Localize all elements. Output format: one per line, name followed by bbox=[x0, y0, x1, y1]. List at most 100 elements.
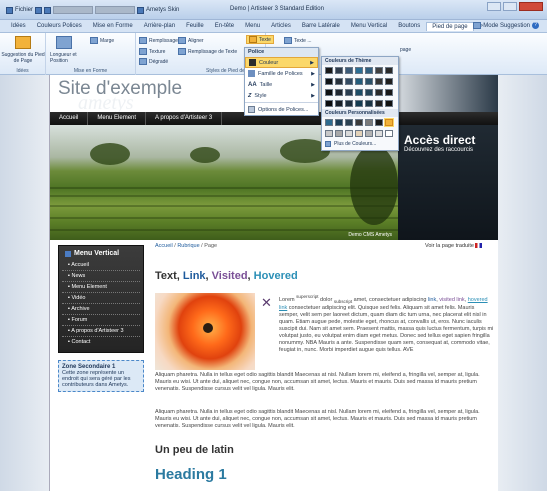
color-swatch[interactable] bbox=[345, 119, 353, 126]
close-button[interactable] bbox=[519, 2, 543, 11]
vmenu-apropos[interactable]: ▪ A propos d'Artisteer 3 bbox=[62, 326, 140, 337]
color-swatch[interactable] bbox=[325, 100, 333, 107]
color-swatch[interactable] bbox=[355, 78, 363, 85]
color-swatch[interactable] bbox=[345, 130, 353, 137]
translated-page-link[interactable]: Voir la page traduite bbox=[425, 243, 483, 249]
color-swatch[interactable] bbox=[335, 78, 343, 85]
color-swatch[interactable] bbox=[365, 100, 373, 107]
crumb-home[interactable]: Accueil bbox=[155, 243, 173, 249]
vmenu-contact[interactable]: ▪ Contact bbox=[62, 337, 140, 348]
minimize-button[interactable] bbox=[487, 2, 501, 11]
heading-link[interactable]: Link bbox=[183, 270, 206, 282]
color-swatch[interactable] bbox=[365, 78, 373, 85]
toolbar-slot[interactable] bbox=[53, 6, 94, 14]
texture-button[interactable]: Texture bbox=[139, 48, 165, 55]
color-swatch[interactable] bbox=[385, 130, 393, 137]
remplissage-texte-button[interactable]: Remplissage de Texte bbox=[178, 48, 237, 55]
color-swatch[interactable] bbox=[335, 89, 343, 96]
save-icon[interactable] bbox=[35, 6, 43, 14]
color-swatch[interactable] bbox=[375, 67, 383, 74]
color-swatch[interactable] bbox=[355, 130, 363, 137]
color-swatch[interactable] bbox=[375, 78, 383, 85]
tab-boutons[interactable]: Boutons bbox=[393, 22, 425, 30]
color-swatch[interactable] bbox=[365, 67, 373, 74]
menu-item-famille[interactable]: Famille de Polices ▶ bbox=[245, 68, 318, 79]
tab-pied-de-page[interactable]: Pied de page bbox=[426, 21, 474, 31]
vmenu-forum[interactable]: ▪ Forum bbox=[62, 315, 140, 326]
tab-menu-vertical[interactable]: Menu Vertical bbox=[346, 22, 392, 30]
color-swatch[interactable] bbox=[385, 78, 393, 85]
help-icon[interactable]: ? bbox=[532, 22, 539, 29]
app-menu-icon[interactable] bbox=[6, 6, 13, 14]
tab-menu[interactable]: Menu bbox=[240, 22, 265, 30]
color-swatch[interactable] bbox=[375, 119, 383, 126]
aligner-button[interactable]: Aligner bbox=[178, 37, 204, 44]
texte-dialog-button[interactable]: Texte ... bbox=[284, 37, 312, 44]
color-swatch[interactable] bbox=[355, 67, 363, 74]
menu-item-style[interactable]: Z Style ▶ bbox=[245, 90, 318, 101]
nav-apropos[interactable]: A propos d'Artisteer 3 bbox=[146, 112, 223, 125]
menu-item-taille[interactable]: AA Taille ▶ bbox=[245, 79, 318, 90]
p1-link[interactable]: link bbox=[428, 297, 436, 303]
vmenu-video[interactable]: ▪ Vidéo bbox=[62, 293, 140, 304]
menu-item-options[interactable]: Options de Polices... bbox=[245, 104, 318, 115]
color-swatch[interactable] bbox=[365, 89, 373, 96]
tab-en-tete[interactable]: En-tête bbox=[210, 22, 239, 30]
marge-button[interactable]: Marge bbox=[90, 37, 114, 44]
color-swatch[interactable] bbox=[385, 100, 393, 107]
tab-couleurs-polices[interactable]: Couleurs Polices bbox=[32, 22, 87, 30]
degrade-button[interactable]: Dégradé bbox=[139, 58, 168, 65]
color-swatch[interactable] bbox=[335, 100, 343, 107]
heading-hovered[interactable]: Hovered bbox=[254, 270, 298, 282]
color-swatch[interactable] bbox=[385, 67, 393, 74]
color-swatch[interactable] bbox=[384, 118, 394, 127]
color-swatch[interactable] bbox=[325, 78, 333, 85]
color-swatch[interactable] bbox=[345, 89, 353, 96]
color-swatch[interactable] bbox=[335, 130, 343, 137]
remplissage-button[interactable]: Remplissage bbox=[139, 37, 178, 44]
color-swatch[interactable] bbox=[375, 89, 383, 96]
color-swatch[interactable] bbox=[325, 67, 333, 74]
color-swatch[interactable] bbox=[335, 67, 343, 74]
toolbar-slot-2[interactable] bbox=[95, 6, 136, 14]
crumb-rubrique[interactable]: Rubrique bbox=[177, 243, 199, 249]
color-swatch[interactable] bbox=[355, 119, 363, 126]
color-swatch[interactable] bbox=[365, 130, 373, 137]
p1-visited-link[interactable]: visited link bbox=[439, 297, 464, 303]
color-swatch[interactable] bbox=[355, 89, 363, 96]
color-swatch[interactable] bbox=[345, 78, 353, 85]
tab-idees[interactable]: Idées bbox=[6, 22, 31, 30]
color-swatch[interactable] bbox=[325, 89, 333, 96]
tab-feuille[interactable]: Feuille bbox=[181, 22, 209, 30]
vmenu-menu-element[interactable]: ▪ Menu Element bbox=[62, 282, 140, 293]
vmenu-news[interactable]: ▪ News bbox=[62, 271, 140, 282]
file-tab[interactable]: Fichier bbox=[15, 7, 33, 13]
texte-dropdown-button[interactable]: Texte bbox=[246, 35, 274, 44]
length-position-button[interactable] bbox=[56, 36, 72, 49]
more-colors-button[interactable]: Plus de Couleurs... bbox=[322, 139, 398, 149]
footer-suggestion-button[interactable] bbox=[15, 36, 31, 49]
tab-mise-en-forme[interactable]: Mise en Forme bbox=[88, 22, 138, 30]
nav-menu-element[interactable]: Menu Element bbox=[88, 112, 147, 125]
color-swatch[interactable] bbox=[335, 119, 343, 126]
color-swatch[interactable] bbox=[385, 89, 393, 96]
tab-arriere-plan[interactable]: Arrière-plan bbox=[139, 22, 180, 30]
color-swatch[interactable] bbox=[345, 100, 353, 107]
color-swatch[interactable] bbox=[325, 119, 333, 126]
vmenu-accueil[interactable]: ▪ Accueil bbox=[62, 260, 140, 271]
tab-barre-laterale[interactable]: Barre Latérale bbox=[297, 22, 345, 30]
undo-icon[interactable] bbox=[44, 6, 52, 14]
maximize-button[interactable] bbox=[503, 2, 517, 11]
heading-visited[interactable]: Visited bbox=[212, 270, 248, 282]
color-swatch[interactable] bbox=[345, 67, 353, 74]
color-swatch[interactable] bbox=[375, 100, 383, 107]
color-swatch[interactable] bbox=[325, 130, 333, 137]
menu-item-couleur[interactable]: Couleur ▶ bbox=[245, 57, 318, 68]
mode-suggestion[interactable]: Mode Suggestion ? bbox=[473, 22, 539, 29]
vmenu-archive[interactable]: ▪ Archive bbox=[62, 304, 140, 315]
color-swatch[interactable] bbox=[375, 130, 383, 137]
color-swatch[interactable] bbox=[365, 119, 373, 126]
nav-accueil[interactable]: Accueil bbox=[50, 112, 89, 125]
color-swatch[interactable] bbox=[355, 100, 363, 107]
tab-articles[interactable]: Articles bbox=[266, 22, 296, 30]
